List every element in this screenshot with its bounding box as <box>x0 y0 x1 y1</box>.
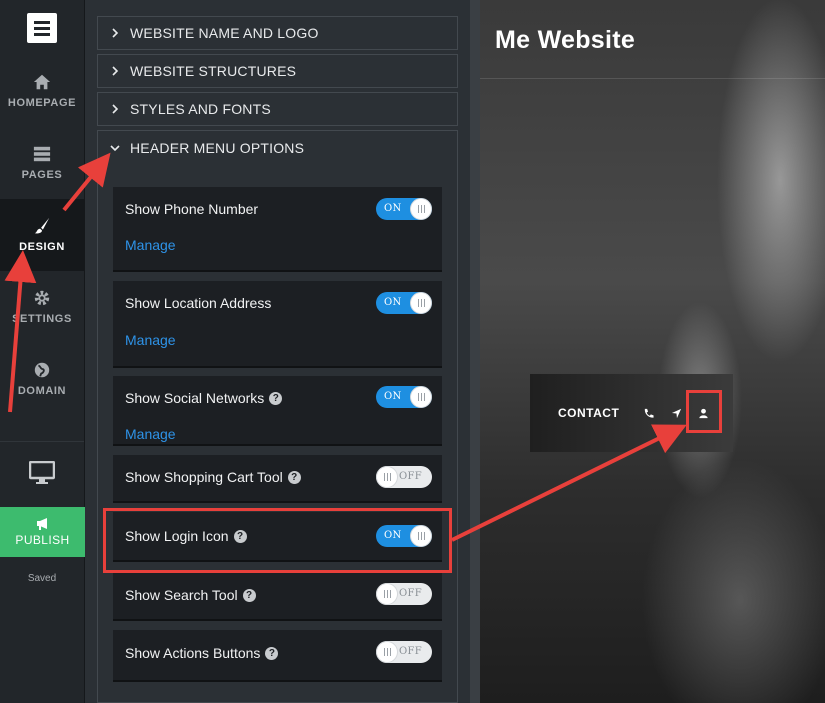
option-search-tool: Show Search Tool? OFF <box>113 571 442 621</box>
pages-icon <box>33 146 51 162</box>
menu-logo-icon <box>27 12 57 43</box>
login-option-highlight <box>103 508 452 573</box>
section-label: WEBSITE NAME AND LOGO <box>130 25 319 41</box>
chevron-right-icon <box>112 104 119 114</box>
phone-number-toggle[interactable]: ON <box>376 198 432 220</box>
option-label: Show Actions Buttons? <box>125 645 279 661</box>
left-nav: HOMEPAGE PAGES DESIGN SETTINGS DOMAIN PU… <box>0 0 85 703</box>
nav-item-design[interactable]: DESIGN <box>0 199 84 271</box>
save-status: Saved <box>27 573 57 584</box>
monitor-icon <box>29 461 55 484</box>
header-divider <box>480 78 825 79</box>
section-website-name-logo[interactable]: WEBSITE NAME AND LOGO <box>97 16 458 50</box>
option-location-address: Show Location Address ON Manage <box>113 281 442 368</box>
home-icon <box>33 74 51 90</box>
nav-item-domain[interactable]: DOMAIN <box>0 343 84 415</box>
option-shopping-cart: Show Shopping Cart Tool? OFF <box>113 455 442 503</box>
section-label: STYLES AND FONTS <box>130 101 271 117</box>
settings-panel: WEBSITE NAME AND LOGO WEBSITE STRUCTURES… <box>85 0 470 703</box>
option-label: Show Search Tool? <box>125 587 256 603</box>
help-icon[interactable]: ? <box>242 588 256 602</box>
nav-item-homepage[interactable]: HOMEPAGE <box>0 55 84 127</box>
brush-icon <box>34 217 50 234</box>
section-styles-fonts[interactable]: STYLES AND FONTS <box>97 92 458 126</box>
desktop-preview-button[interactable] <box>0 442 84 504</box>
website-preview: Me Website CONTACT <box>480 0 825 703</box>
publish-label: PUBLISH <box>15 533 70 547</box>
option-label: Show Phone Number <box>125 201 259 217</box>
actions-buttons-toggle[interactable]: OFF <box>376 641 432 663</box>
location-address-toggle[interactable]: ON <box>376 292 432 314</box>
option-actions-buttons: Show Actions Buttons? OFF <box>113 630 442 682</box>
nav-label-homepage: HOMEPAGE <box>7 97 77 109</box>
chevron-right-icon <box>112 66 119 76</box>
nav-label-design: DESIGN <box>19 241 65 253</box>
manage-location-link[interactable]: Manage <box>125 332 176 348</box>
globe-icon <box>34 362 50 378</box>
nav-label-pages: PAGES <box>21 169 63 181</box>
nav-item-settings[interactable]: SETTINGS <box>0 271 84 343</box>
help-icon[interactable]: ? <box>269 391 283 405</box>
phone-icon[interactable] <box>643 408 654 419</box>
menu-contact-link[interactable]: CONTACT <box>558 406 619 420</box>
manage-social-link[interactable]: Manage <box>125 426 176 442</box>
search-tool-toggle[interactable]: OFF <box>376 583 432 605</box>
app-logo[interactable] <box>0 0 84 55</box>
section-label: WEBSITE STRUCTURES <box>130 63 297 79</box>
help-icon[interactable]: ? <box>287 470 301 484</box>
option-social-networks: Show Social Networks? ON Manage <box>113 376 442 446</box>
gear-icon <box>34 290 50 306</box>
user-icon-highlight <box>686 390 722 433</box>
option-label: Show Location Address <box>125 295 272 311</box>
social-networks-toggle[interactable]: ON <box>376 386 432 408</box>
nav-label-settings: SETTINGS <box>12 313 72 325</box>
location-arrow-icon[interactable] <box>671 408 682 419</box>
manage-phone-link[interactable]: Manage <box>125 237 176 253</box>
section-website-structures[interactable]: WEBSITE STRUCTURES <box>97 54 458 88</box>
shopping-cart-toggle[interactable]: OFF <box>376 466 432 488</box>
panel-resize-handle[interactable] <box>470 0 480 703</box>
option-label: Show Social Networks? <box>125 390 283 406</box>
option-label: Show Shopping Cart Tool? <box>125 469 301 485</box>
option-phone-number: Show Phone Number ON Manage <box>113 187 442 272</box>
help-icon[interactable]: ? <box>265 646 279 660</box>
site-title: Me Website <box>495 26 636 54</box>
nav-label-domain: DOMAIN <box>17 385 67 397</box>
publish-button[interactable]: PUBLISH <box>0 507 85 557</box>
megaphone-icon <box>36 518 47 530</box>
nav-item-pages[interactable]: PAGES <box>0 127 84 199</box>
chevron-right-icon <box>112 28 119 38</box>
